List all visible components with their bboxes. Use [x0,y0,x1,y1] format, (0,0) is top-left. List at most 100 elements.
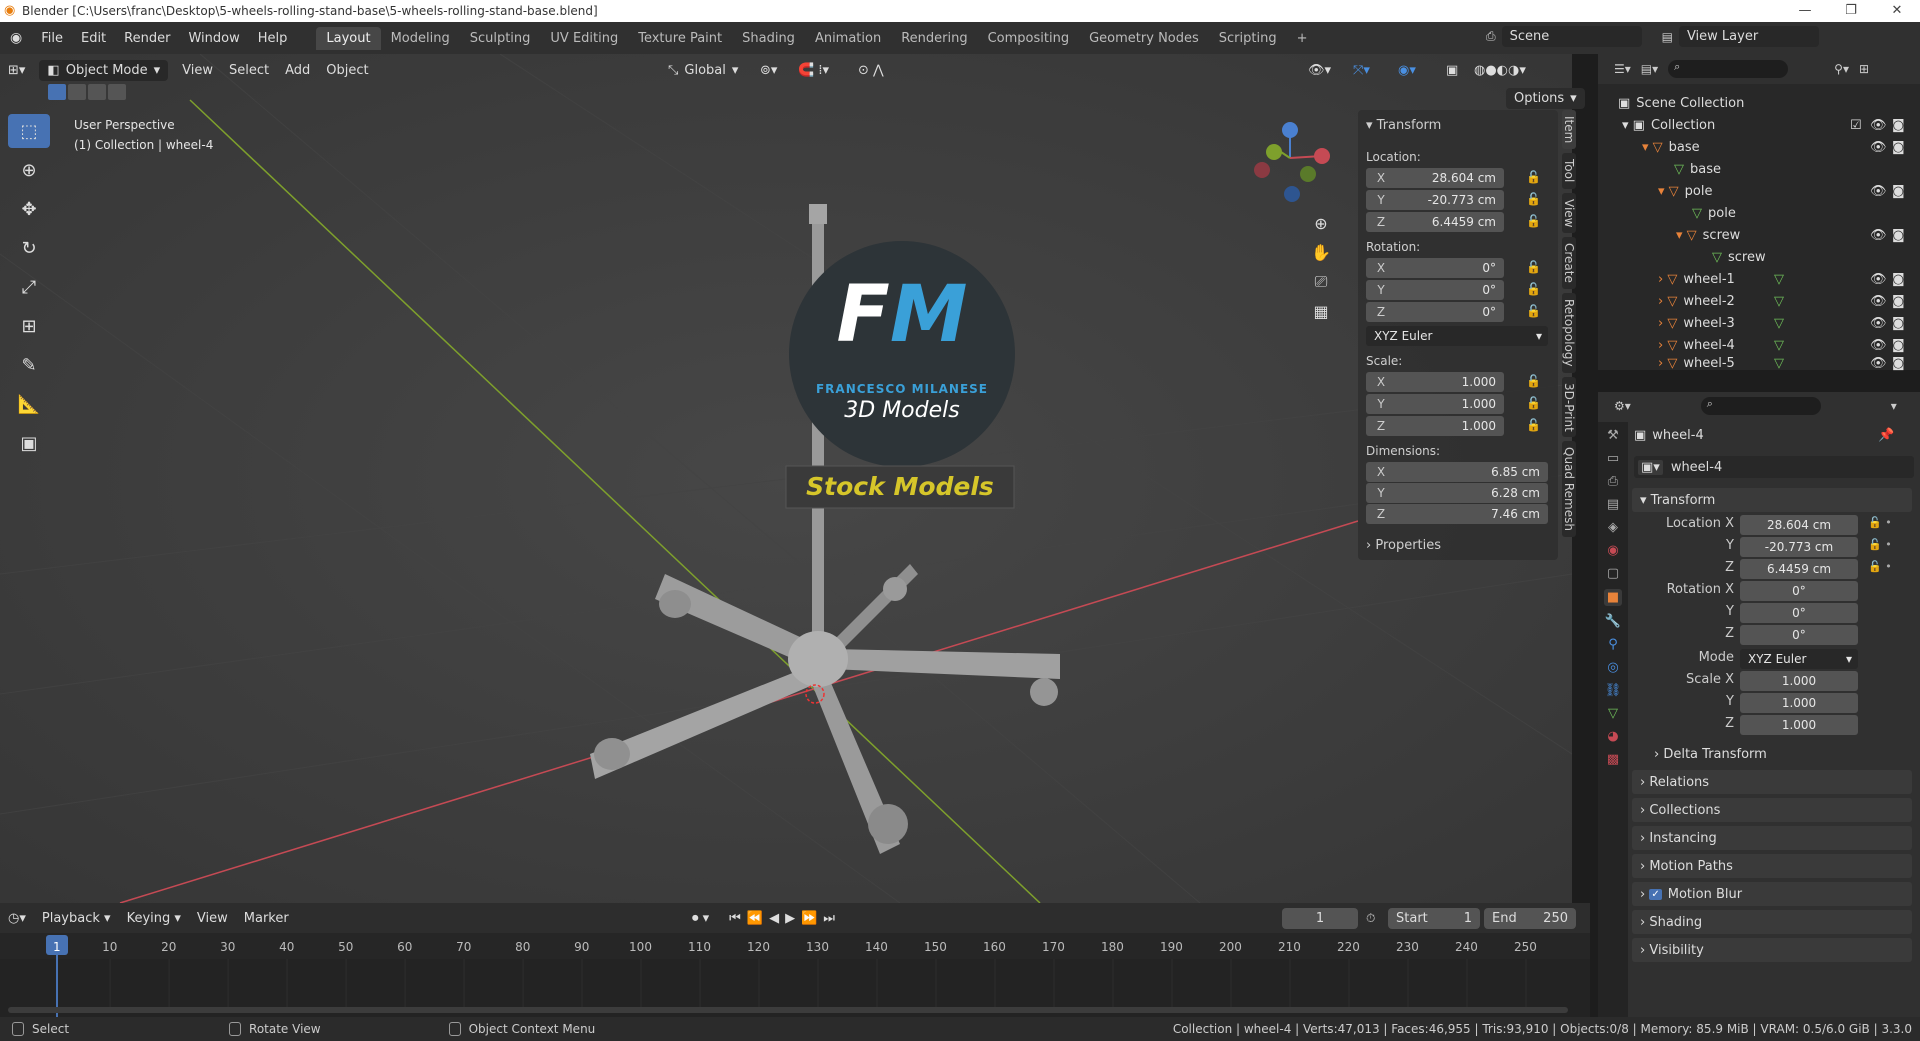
prop-scale-z[interactable]: 1.000 [1740,715,1858,735]
camera-render-icon[interactable]: ◙ [1892,356,1905,371]
eye-icon[interactable]: 👁 [1870,140,1887,155]
camera-render-icon[interactable]: ◙ [1892,184,1905,199]
tab-view[interactable]: View [1562,192,1576,234]
outliner-editor-icon[interactable]: ☰▾ [1614,62,1631,76]
tab-scripting[interactable]: Scripting [1209,27,1287,50]
lock-icon[interactable]: 🔓 • [1868,538,1892,556]
snap-icon[interactable]: 🧲 ⁞▾ [790,60,837,81]
jump-keyframe-back-icon[interactable]: ⏪ [747,911,763,926]
texture-icon[interactable]: ▩ [1607,752,1619,767]
eye-icon[interactable]: 👁 [1870,356,1887,371]
object-mode-dropdown[interactable]: ◧ Object Mode ▾ [39,59,169,81]
menu-render[interactable]: Render [115,31,179,46]
outliner-row-wheel-4[interactable]: › ▽ wheel-4 ▽ 👁 ◙ [1598,334,1920,356]
outliner-row-base[interactable]: ▾ ▽ base 👁 ◙ [1598,136,1920,158]
menu-file[interactable]: File [32,31,72,46]
material-icon[interactable]: ◕ [1607,729,1618,744]
prop-scale-y[interactable]: 1.000 [1740,693,1858,713]
object-datablock-field[interactable]: ▣▾ wheel-4 [1634,456,1914,478]
lock-icon[interactable]: 🔓 • [1868,516,1892,534]
menu-add[interactable]: Add [277,60,318,81]
select-box-tool-icon[interactable]: ⬚ [8,114,50,148]
camera-render-icon[interactable]: ◙ [1892,272,1905,287]
cursor-tool-icon[interactable]: ⊕ [8,153,50,187]
delta-transform-section[interactable]: › Delta Transform [1646,742,1908,766]
outliner-row-pole-mesh[interactable]: ▽ pole [1598,202,1920,224]
eye-icon[interactable]: 👁 [1870,118,1887,133]
lock-icon[interactable]: 🔓 [1526,192,1541,206]
motion-paths-section[interactable]: › Motion Paths [1632,854,1912,878]
scale-z-field[interactable]: Z 1.000 [1366,416,1504,436]
rotation-y-field[interactable]: Y 0° [1366,280,1504,300]
scene-selector[interactable]: Scene [1501,26,1642,47]
dimensions-z-field[interactable]: Z 7.46 cm [1366,504,1548,524]
rotation-x-field[interactable]: X 0° [1366,258,1504,278]
prop-location-x[interactable]: 28.604 cm [1740,515,1858,535]
tab-item[interactable]: Item [1562,110,1576,150]
outliner-row-wheel-1[interactable]: › ▽ wheel-1 ▽ 👁 ◙ [1598,268,1920,290]
lock-icon[interactable]: 🔓 [1526,260,1541,274]
grid-view-icon[interactable]: ▦ [1313,302,1328,321]
jump-keyframe-forward-icon[interactable]: ⏩ [801,911,817,926]
shading-section[interactable]: › Shading [1632,910,1912,934]
prop-rotation-y[interactable]: 0° [1740,603,1858,623]
outliner-row-screw-mesh[interactable]: ▽ screw [1598,246,1920,268]
tab-retopology[interactable]: Retopology [1562,293,1576,373]
play-icon[interactable]: ▶ [785,911,795,926]
prop-location-z[interactable]: 6.4459 cm [1740,559,1858,579]
lock-icon[interactable]: 🔓 [1526,418,1541,432]
location-y-field[interactable]: Y -20.773 cm [1366,190,1504,210]
shading-modes-icon[interactable]: ◍●◐◑▾ [1466,60,1534,81]
tab-shading[interactable]: Shading [732,27,805,50]
lock-icon[interactable]: 🔓 [1526,374,1541,388]
menu-window[interactable]: Window [179,31,248,46]
transform-section-header[interactable]: ▾ Transform [1632,488,1912,512]
output-icon[interactable]: ⎙ [1608,474,1618,489]
visibility-section[interactable]: › Visibility [1632,938,1912,962]
outliner-row-base-mesh[interactable]: ▽ base [1598,158,1920,180]
outliner-row-screw[interactable]: ▾ ▽ screw 👁 ◙ [1598,224,1920,246]
prop-location-y[interactable]: -20.773 cm [1740,537,1858,557]
visibility-icon[interactable]: 👁▾ [1300,60,1339,81]
scene-icon[interactable]: ⎙ [1486,29,1496,44]
collections-section[interactable]: › Collections [1632,798,1912,822]
checkbox-checked-icon[interactable]: ✓ [1649,888,1662,900]
tab-quad-remesh[interactable]: Quad Remesh [1562,441,1576,538]
menu-marker[interactable]: Marker [236,908,297,929]
scale-tool-icon[interactable]: ⤢ [8,270,50,304]
camera-render-icon[interactable]: ◙ [1892,140,1905,155]
select-subtract-icon[interactable] [88,84,106,100]
xray-icon[interactable]: ▣ [1438,60,1466,81]
eye-icon[interactable]: 👁 [1870,316,1887,331]
rotation-z-field[interactable]: Z 0° [1366,302,1504,322]
move-tool-icon[interactable]: ✥ [8,192,50,226]
tab-texture-paint[interactable]: Texture Paint [628,27,732,50]
checkbox-icon[interactable]: ☑ [1850,118,1862,133]
jump-end-icon[interactable]: ⏭ [823,911,835,926]
menu-view[interactable]: View [174,60,221,81]
close-button[interactable]: ✕ [1874,0,1920,22]
select-intersect-icon[interactable] [108,84,126,100]
pan-hand-icon[interactable]: ✋ [1311,243,1331,262]
3d-viewport[interactable]: FM FRANCESCO MILANESE 3D Models Stock Mo… [0,54,1572,903]
lock-icon[interactable]: 🔓 • [1868,560,1892,578]
jump-start-icon[interactable]: ⏮ [729,911,741,926]
tab-modeling[interactable]: Modeling [381,27,460,50]
lock-icon[interactable]: 🔓 [1526,282,1541,296]
select-new-icon[interactable] [48,84,66,100]
camera-icon[interactable]: ⎚ [1315,272,1328,292]
render-icon[interactable]: ▭ [1607,451,1619,466]
menu-playback[interactable]: Playback ▾ [34,908,119,929]
display-mode-icon[interactable]: ▤▾ [1641,62,1658,76]
filter-icon[interactable]: ⚲▾ [1834,62,1849,76]
add-cube-tool-icon[interactable]: ▣ [8,426,50,460]
transform-panel-header[interactable]: ▾ Transform [1366,118,1441,133]
camera-render-icon[interactable]: ◙ [1892,338,1905,353]
dimensions-x-field[interactable]: X 6.85 cm [1366,462,1548,482]
outliner-row-wheel-5[interactable]: › ▽ wheel-5 ▽ 👁 ◙ [1598,356,1920,371]
tab-sculpting[interactable]: Sculpting [460,27,541,50]
minimize-button[interactable]: — [1782,0,1828,22]
relations-section[interactable]: › Relations [1632,770,1912,794]
tool-settings-icon[interactable]: ⚒ [1607,428,1619,443]
scale-x-field[interactable]: X 1.000 [1366,372,1504,392]
